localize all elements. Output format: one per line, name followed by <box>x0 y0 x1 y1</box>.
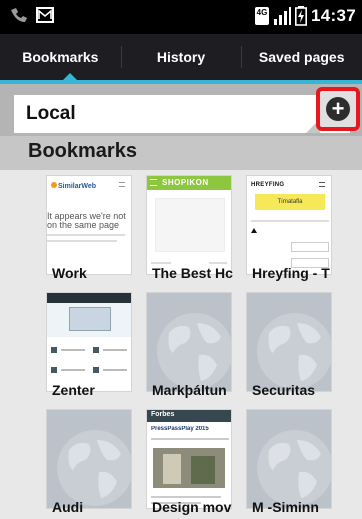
section-title: Bookmarks <box>28 140 137 162</box>
bookmark-title[interactable]: The Best Hc <box>152 265 250 281</box>
thumb-text-line <box>209 262 227 264</box>
thumb-text-line <box>103 369 127 371</box>
tab-indicator-pointer <box>62 73 78 81</box>
bookmark-title[interactable]: Work <box>52 265 150 281</box>
bookmark-thumbnail[interactable] <box>146 292 232 392</box>
message-icon <box>36 7 54 23</box>
tab-saved-pages[interactable]: Saved pages <box>241 34 362 80</box>
globe-icon <box>247 293 331 391</box>
logo-icon <box>51 182 57 188</box>
thumb-button: Tímatafla <box>255 194 325 210</box>
thumb-image <box>155 198 225 252</box>
menu-icon <box>150 179 157 186</box>
thumb-headline: PressPassPlay 2015 <box>151 426 209 432</box>
bookmark-thumbnail[interactable] <box>46 409 132 509</box>
thumb-icon <box>51 367 57 373</box>
thumb-text-line <box>103 349 127 351</box>
network-type-icon: 4G <box>255 7 270 25</box>
bookmark-thumbnail[interactable] <box>46 292 132 392</box>
thumb-text-line <box>61 349 85 351</box>
arrow-up-icon <box>251 228 257 233</box>
add-bookmark-button[interactable]: + <box>316 87 360 131</box>
bookmark-title[interactable]: Securitas <box>252 382 350 398</box>
bookmark-thumbnail[interactable]: HREYFING Tímatafla <box>246 175 332 275</box>
bookmark-title[interactable]: Design mov <box>152 499 250 515</box>
thumb-text-line <box>47 240 117 242</box>
bookmark-thumbnail[interactable] <box>246 409 332 509</box>
bookmark-title[interactable]: Audi <box>52 499 150 515</box>
folder-label: Local <box>26 103 76 124</box>
menu-icon <box>319 182 325 187</box>
battery-icon <box>295 6 308 26</box>
globe-icon <box>147 293 231 391</box>
bookmark-thumbnail[interactable]: Forbes PressPassPlay 2015 <box>146 409 232 509</box>
status-bar: 4G 14:37 <box>0 0 362 34</box>
plus-icon: + <box>326 97 350 121</box>
bookmark-thumbnail[interactable]: SHOPIKON <box>146 175 232 275</box>
bookmark-title[interactable]: M -Siminn <box>252 499 350 515</box>
globe-icon <box>47 410 131 508</box>
thumb-image-detail <box>163 454 181 484</box>
tab-bar: Bookmarks History Saved pages <box>0 34 362 80</box>
bookmark-title[interactable]: Hreyfing - T <box>252 265 350 281</box>
thumb-icon <box>93 367 99 373</box>
thumb-headline: It appears we're not on the same page <box>47 211 126 230</box>
thumb-text-line <box>151 438 229 440</box>
thumb-text-line <box>151 496 221 498</box>
thumb-text-line <box>47 234 125 236</box>
thumb-header <box>47 293 131 303</box>
signal-icon <box>274 7 292 25</box>
tab-label: Saved pages <box>258 49 345 65</box>
thumb-text-line <box>151 262 171 264</box>
thumb-brand: HREYFING <box>251 182 285 188</box>
phone-call-icon <box>11 8 27 22</box>
laptop-image <box>69 307 111 331</box>
tab-bookmarks[interactable]: Bookmarks <box>0 34 121 80</box>
clock: 14:37 <box>311 6 356 25</box>
section-header: Bookmarks <box>0 136 362 170</box>
tab-history[interactable]: History <box>120 34 242 80</box>
bookmark-thumbnail[interactable]: SimilarWeb It appears we're not on the s… <box>46 175 132 275</box>
thumb-brand: SimilarWeb <box>51 182 96 190</box>
thumb-image-detail <box>191 456 215 484</box>
bookmark-title[interactable]: Markþáltun <box>152 382 250 398</box>
menu-icon <box>119 182 125 187</box>
bookmark-thumbnail[interactable] <box>246 292 332 392</box>
thumb-brand: Forbes <box>151 411 175 418</box>
thumb-icon <box>51 347 57 353</box>
globe-icon <box>247 410 331 508</box>
thumb-brand: SHOPIKON <box>162 178 209 187</box>
thumb-icon <box>93 347 99 353</box>
thumb-box <box>291 242 329 252</box>
bookmarks-grid: SimilarWeb It appears we're not on the s… <box>0 170 362 519</box>
thumb-text-line <box>61 369 85 371</box>
tab-label: History <box>156 49 206 65</box>
folder-selector[interactable]: Local <box>14 95 350 133</box>
bookmark-title[interactable]: Zenter <box>52 382 150 398</box>
tab-label: Bookmarks <box>22 49 99 65</box>
thumb-text-line <box>251 220 329 222</box>
